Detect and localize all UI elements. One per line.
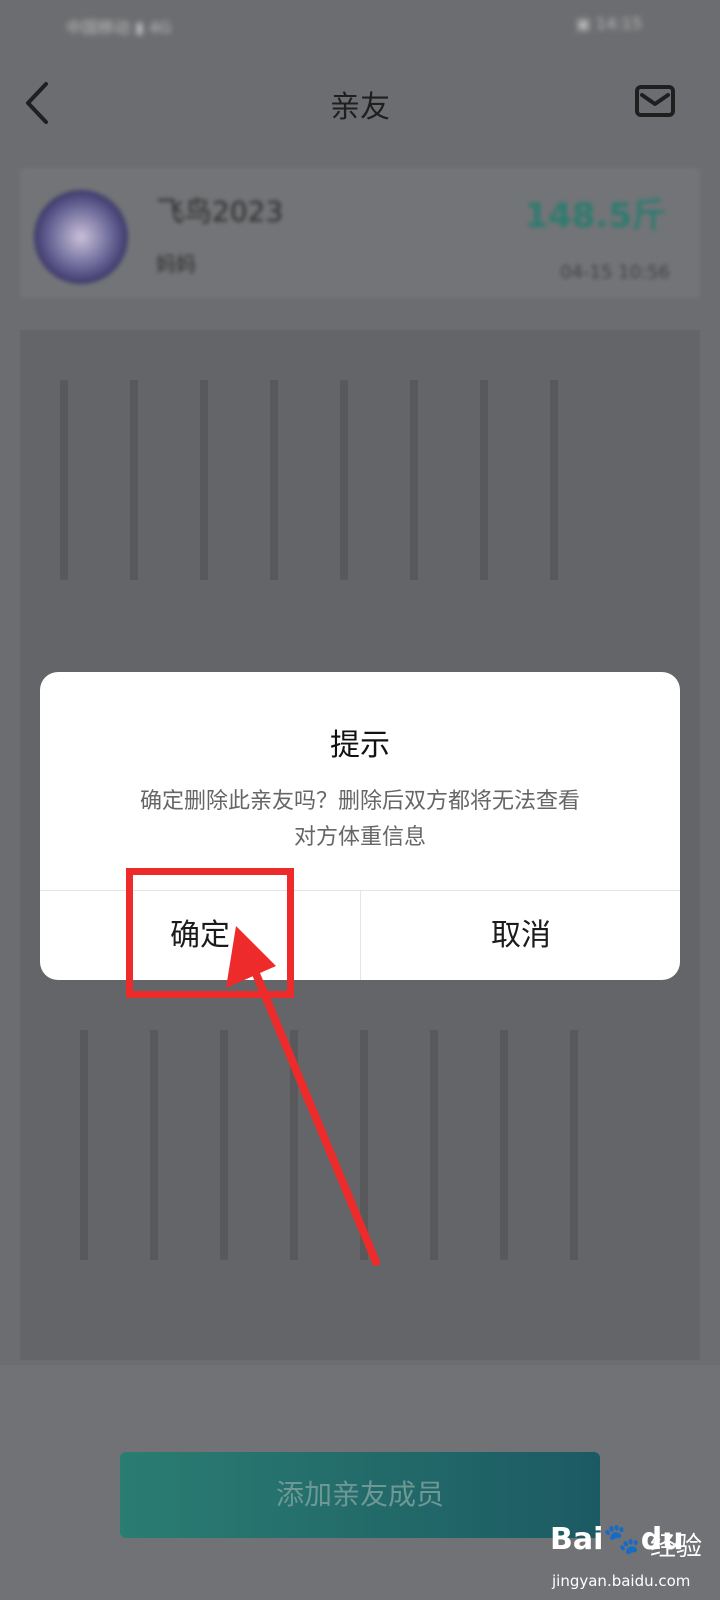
status-bar: 中国移动 ▮ 4G ▣ 14:15 bbox=[0, 0, 720, 56]
watermark-text: 经验 bbox=[650, 1532, 703, 1562]
chart-bar bbox=[220, 1030, 228, 1260]
chart-bar bbox=[410, 380, 418, 580]
chart-bar bbox=[270, 380, 278, 580]
chart-bar bbox=[550, 380, 558, 580]
chart-bar bbox=[500, 1030, 508, 1260]
chart-bar bbox=[360, 1030, 368, 1260]
chart-bar bbox=[340, 380, 348, 580]
chart-bar bbox=[60, 380, 68, 580]
page-title: 亲友 bbox=[330, 90, 390, 125]
status-right: ▣ 14:15 bbox=[575, 14, 642, 33]
dialog-message-line: 对方体重信息 bbox=[293, 825, 426, 850]
status-left: 中国移动 ▮ 4G bbox=[66, 18, 172, 37]
weight-value: 148.5斤 bbox=[524, 196, 666, 236]
chart-bar bbox=[80, 1030, 88, 1260]
chart-bar bbox=[430, 1030, 438, 1260]
add-family-member-button[interactable]: 添加亲友成员 bbox=[120, 1452, 600, 1538]
chart-bar bbox=[290, 1030, 298, 1260]
navigation-bar: 亲友 bbox=[0, 60, 720, 150]
baidu-jingyan-watermark: Bai🐾du 经验 jingyan.baidu.com bbox=[550, 1522, 718, 1596]
chart-bar bbox=[150, 1030, 158, 1260]
user-name: 飞鸟2023 bbox=[156, 195, 284, 228]
chart-bar bbox=[200, 380, 208, 580]
user-relation: 妈妈 bbox=[156, 252, 196, 276]
highlight-box bbox=[126, 868, 294, 998]
profile-card[interactable]: 飞鸟2023 妈妈 148.5斤 04-15 10:56 bbox=[20, 168, 700, 298]
record-date: 04-15 10:56 bbox=[560, 262, 670, 283]
app-screen: 中国移动 ▮ 4G ▣ 14:15 亲友 飞鸟2023 妈妈 148.5斤 04… bbox=[0, 0, 720, 1600]
watermark-url: jingyan.baidu.com bbox=[552, 1572, 691, 1590]
chart-bar bbox=[480, 380, 488, 580]
cancel-button[interactable]: 取消 bbox=[361, 891, 680, 980]
chart-bar bbox=[130, 380, 138, 580]
message-button[interactable] bbox=[634, 82, 676, 120]
avatar bbox=[34, 190, 128, 284]
mail-icon bbox=[635, 85, 675, 117]
chart-bar bbox=[570, 1030, 578, 1260]
dialog-message: 确定删除此亲友吗？删除后双方都将无法查看 对方体重信息 bbox=[90, 784, 630, 856]
dialog-message-line: 确定删除此亲友吗？删除后双方都将无法查看 bbox=[139, 789, 580, 814]
dialog-title: 提示 bbox=[330, 728, 390, 763]
